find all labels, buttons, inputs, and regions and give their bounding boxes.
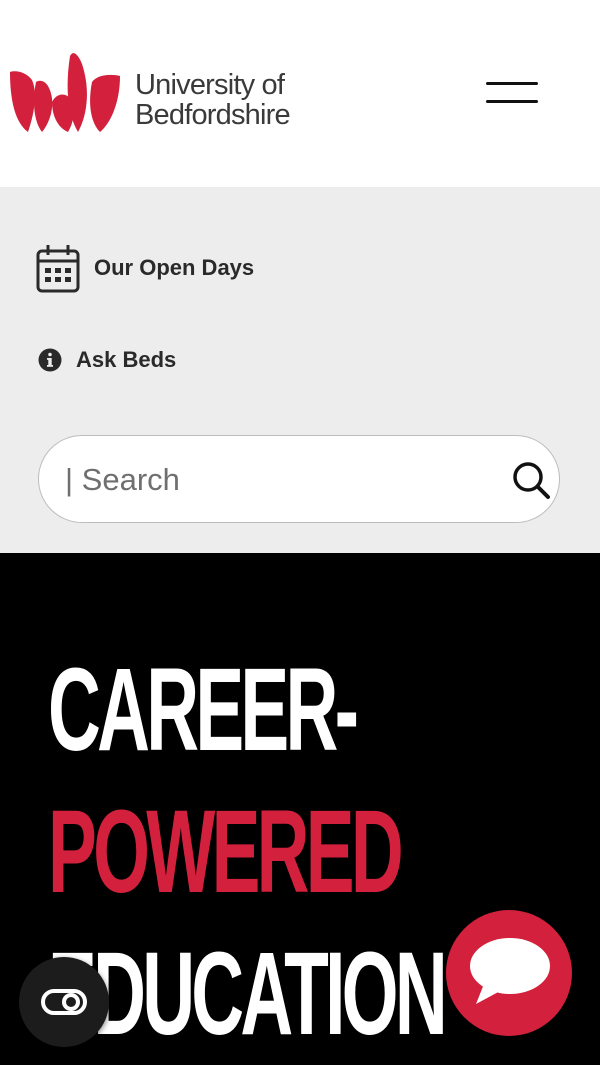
info-icon — [38, 348, 62, 372]
university-logo-text: University of Bedfordshire — [135, 69, 291, 131]
chat-button[interactable] — [446, 910, 572, 1036]
menu-bar-top — [486, 82, 538, 85]
hero-heading-line1: CAREER- — [48, 644, 359, 776]
utility-panel: Our Open Days Ask Beds — [0, 187, 600, 553]
logo-text-line2: Bedfordshire — [135, 99, 291, 131]
accessibility-toggle-icon — [41, 989, 87, 1015]
open-days-label: Our Open Days — [94, 255, 255, 280]
site-header: University of Bedfordshire — [0, 0, 600, 187]
hamburger-menu-icon[interactable] — [478, 72, 546, 116]
search-input[interactable] — [63, 456, 487, 504]
chat-bubble-icon — [470, 938, 550, 1004]
search-icon[interactable] — [509, 458, 553, 502]
hero-heading-line2: POWERED — [48, 786, 404, 918]
accessibility-toggle-button[interactable] — [19, 957, 109, 1047]
logo-text-line1: University of — [135, 69, 285, 101]
university-logo[interactable]: University of Bedfordshire — [8, 42, 308, 134]
menu-bar-bottom — [486, 100, 538, 103]
university-logo-mark-icon — [10, 53, 120, 132]
search-bar — [38, 435, 560, 523]
open-days-link[interactable]: Our Open Days — [36, 243, 254, 293]
calendar-icon — [36, 245, 80, 293]
ask-beds-label: Ask Beds — [76, 347, 177, 372]
ask-beds-link[interactable]: Ask Beds — [38, 347, 176, 373]
